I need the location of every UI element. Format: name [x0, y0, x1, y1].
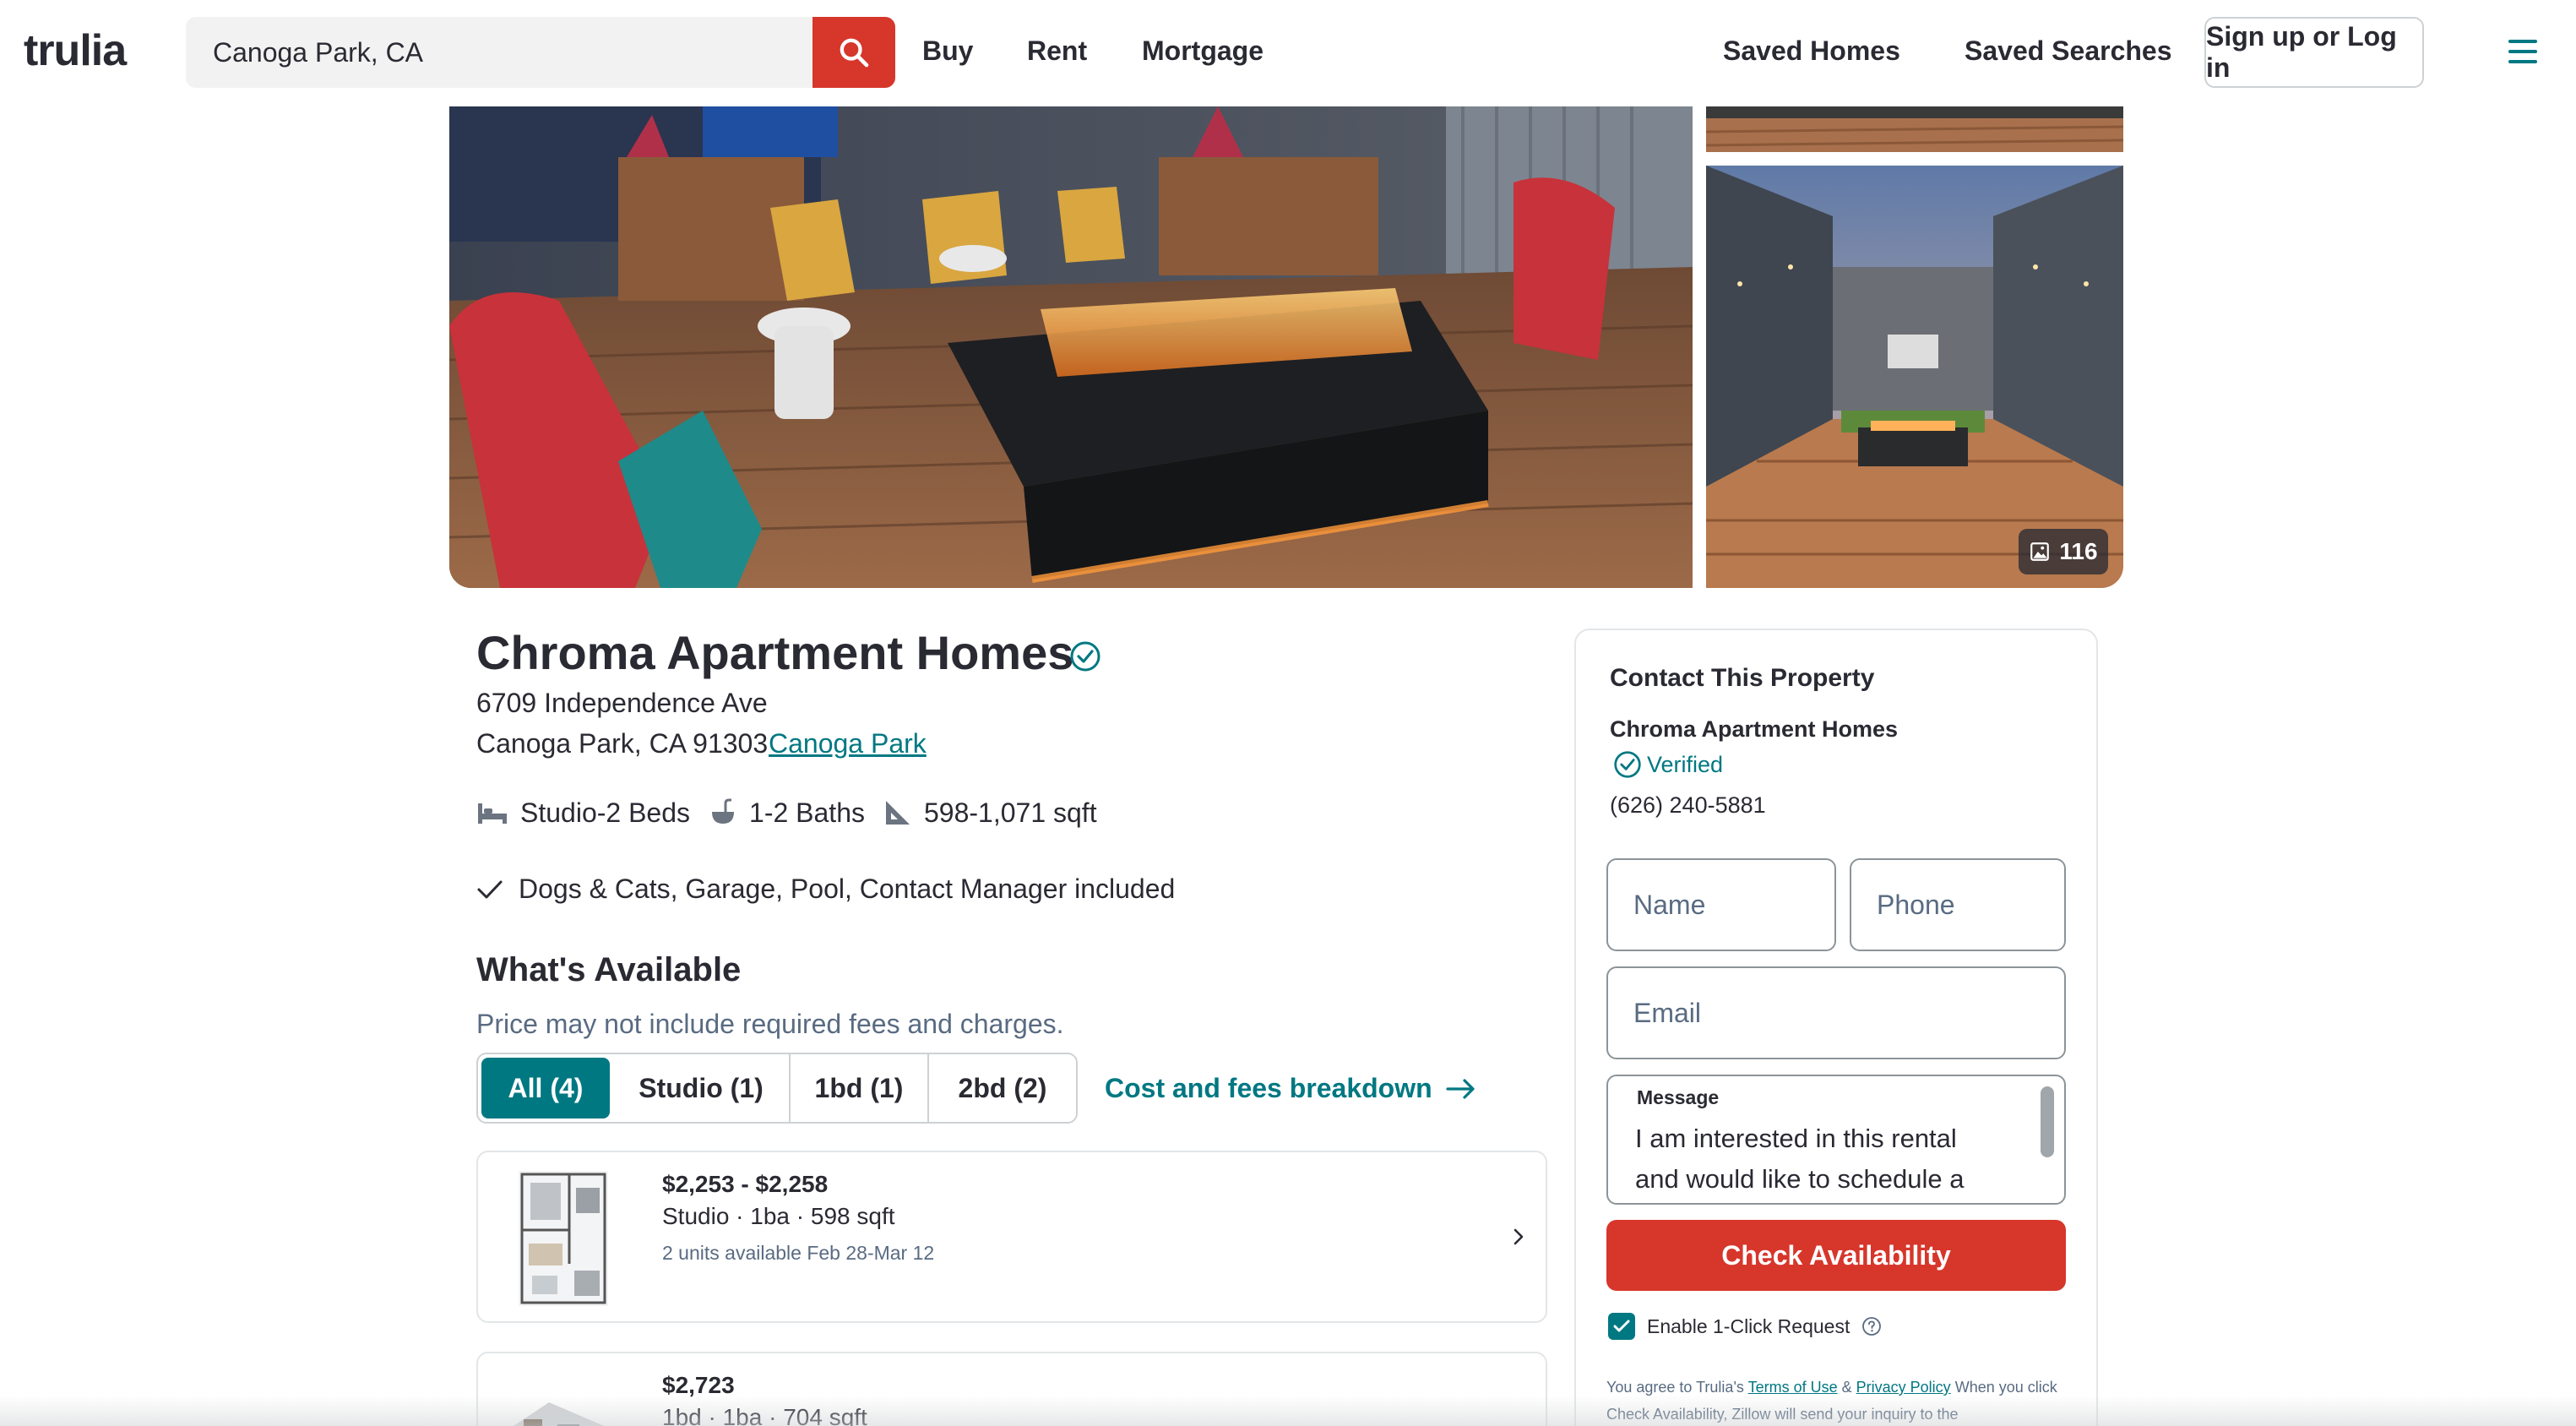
- unit-price: $2,253 - $2,258: [662, 1171, 829, 1197]
- photo-count-text: 116: [2059, 538, 2098, 564]
- name-field[interactable]: [1606, 858, 1836, 951]
- unit-details: 1bd · 1ba · 704 sqft: [662, 1404, 867, 1426]
- unit-price: $2,723: [662, 1372, 735, 1398]
- contact-phone[interactable]: (626) 240-5881: [1610, 792, 1766, 819]
- floorplan-thumbnail: [519, 1171, 608, 1306]
- nav-rent[interactable]: Rent: [1027, 35, 1087, 67]
- baths-fact: 1-2 Baths: [709, 797, 865, 829]
- floorplan-3d-thumbnail: [514, 1402, 605, 1426]
- location-search-input[interactable]: [186, 17, 812, 88]
- hamburger-menu-icon[interactable]: [2507, 37, 2539, 66]
- legal-ampersand: &: [1841, 1379, 1852, 1396]
- check-availability-button[interactable]: Check Availability: [1606, 1220, 2066, 1291]
- search-button[interactable]: [812, 17, 895, 88]
- top-header: trulia Buy Rent Mortgage Saved Homes Sav…: [0, 0, 2576, 106]
- filter-studio[interactable]: Studio (1): [613, 1054, 791, 1122]
- neighborhood-link[interactable]: Canoga Park: [769, 728, 927, 759]
- filter-1bd[interactable]: 1bd (1): [791, 1054, 929, 1122]
- saved-homes-link[interactable]: Saved Homes: [1723, 35, 1900, 67]
- main-photo[interactable]: [449, 106, 1693, 588]
- contact-card-title: Contact This Property: [1610, 664, 1875, 692]
- baths-text: 1-2 Baths: [749, 797, 865, 828]
- beds-text: Studio-2 Beds: [520, 797, 691, 828]
- verified-check-icon: [1070, 641, 1101, 672]
- terms-of-use-link[interactable]: Terms of Use: [1748, 1379, 1838, 1396]
- fees-link-text: Cost and fees breakdown: [1105, 1073, 1432, 1103]
- sqft-fact: 598-1,071 sqft: [883, 797, 1097, 829]
- message-scrollbar[interactable]: [2041, 1086, 2054, 1157]
- verified-label: Verified: [1613, 750, 1723, 779]
- beds-fact: Studio-2 Beds: [476, 797, 690, 829]
- thumbnail-photo-2[interactable]: [1706, 166, 2123, 588]
- unit-details: Studio · 1ba · 598 sqft: [662, 1203, 895, 1229]
- unit-availability: 2 units available Feb 28-Mar 12: [662, 1242, 935, 1264]
- unit-card[interactable]: $2,253 - $2,258 Studio · 1ba · 598 sqft …: [476, 1151, 1547, 1323]
- checkmark-icon: [1613, 1320, 1630, 1332]
- legal-prefix: You agree to Trulia's: [1606, 1379, 1744, 1396]
- price-note: Price may not include required fees and …: [476, 1009, 1064, 1039]
- message-text[interactable]: I am interested in this rental and would…: [1635, 1118, 2007, 1200]
- bath-icon: [712, 798, 735, 824]
- saved-searches-link[interactable]: Saved Searches: [1965, 35, 2172, 67]
- cost-fees-breakdown-link[interactable]: Cost and fees breakdown: [1105, 1073, 1476, 1104]
- image-gallery-icon: [2030, 542, 2050, 561]
- message-field[interactable]: Message I am interested in this rental a…: [1606, 1075, 2066, 1205]
- email-field[interactable]: [1606, 966, 2066, 1059]
- arrow-right-icon: [1446, 1078, 1475, 1099]
- property-title: Chroma Apartment Homes: [476, 626, 1074, 679]
- contact-property-name: Chroma Apartment Homes: [1610, 716, 1899, 742]
- unit-card[interactable]: $2,723 1bd · 1ba · 704 sqft: [476, 1352, 1547, 1426]
- help-icon[interactable]: [1861, 1316, 1882, 1336]
- search-icon: [840, 38, 869, 68]
- one-click-checkbox[interactable]: [1608, 1313, 1635, 1340]
- whats-available-heading: What's Available: [476, 951, 742, 988]
- ruler-triangle-icon: [885, 801, 910, 825]
- address-line-1: 6709 Independence Ave: [476, 688, 768, 718]
- photo-count-badge[interactable]: 116: [2019, 529, 2108, 574]
- phone-field[interactable]: [1850, 858, 2066, 951]
- trulia-logo[interactable]: trulia: [24, 25, 127, 76]
- legal-disclaimer: You agree to Trulia's Terms of Use & Pri…: [1606, 1374, 2079, 1426]
- checkmark-icon: [477, 880, 503, 898]
- nav-mortgage[interactable]: Mortgage: [1142, 35, 1264, 67]
- privacy-policy-link[interactable]: Privacy Policy: [1856, 1379, 1951, 1396]
- amenities-row: Dogs & Cats, Garage, Pool, Contact Manag…: [476, 874, 1175, 905]
- login-button[interactable]: Sign up or Log in: [2204, 17, 2424, 88]
- nav-buy[interactable]: Buy: [922, 35, 973, 67]
- verified-text: Verified: [1647, 751, 1724, 777]
- thumbnail-photo-1[interactable]: [1706, 106, 2123, 152]
- verified-check-icon: [1614, 751, 1641, 778]
- amenities-text: Dogs & Cats, Garage, Pool, Contact Manag…: [519, 874, 1176, 904]
- filter-all[interactable]: All (4): [478, 1054, 613, 1122]
- bed-icon: [478, 803, 507, 824]
- unit-filter-tabs: All (4) Studio (1) 1bd (1) 2bd (2): [476, 1053, 1078, 1124]
- one-click-request-row: Enable 1-Click Request: [1608, 1313, 1882, 1340]
- property-facts: Studio-2 Beds 1-2 Baths 598-1,071 sqft: [476, 794, 1116, 831]
- message-label: Message: [1637, 1086, 1720, 1108]
- one-click-label: Enable 1-Click Request: [1647, 1314, 1850, 1337]
- filter-2bd[interactable]: 2bd (2): [929, 1054, 1076, 1122]
- search-box: [186, 17, 895, 88]
- sqft-text: 598-1,071 sqft: [923, 797, 1097, 828]
- chevron-right-icon: [1514, 1228, 1524, 1245]
- address-line-2: Canoga Park, CA 91303: [476, 728, 769, 759]
